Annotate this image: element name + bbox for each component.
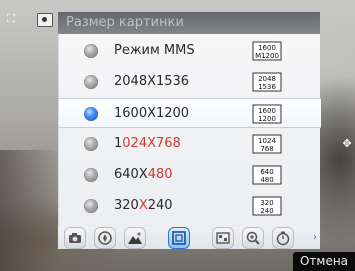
svg-text:768: 768 <box>260 145 273 153</box>
svg-text:1600: 1600 <box>258 44 276 52</box>
timer-button[interactable] <box>272 227 294 249</box>
radio-icon <box>84 75 98 89</box>
svg-text:240: 240 <box>260 207 273 215</box>
radio-selected-icon <box>84 107 98 121</box>
focus-icon <box>98 231 112 245</box>
fullscreen-icon[interactable]: ⛶ <box>4 12 18 26</box>
option-1600x1200[interactable]: 1600X1200 1600 1200 <box>59 98 321 128</box>
camera-mode-icon <box>69 233 81 243</box>
option-label: 640X480 <box>114 167 173 182</box>
scene-button[interactable] <box>124 227 146 249</box>
option-mms[interactable]: Режим MMS 1600 M1200 <box>59 36 321 66</box>
zoom-icon <box>246 231 260 245</box>
option-label: 320X240 <box>114 198 173 213</box>
zoom-button[interactable] <box>242 227 264 249</box>
quality-icon <box>216 232 230 244</box>
radio-icon <box>84 44 98 58</box>
scene-mountain-icon <box>128 232 142 244</box>
svg-text:1024: 1024 <box>258 137 276 145</box>
svg-text:2048: 2048 <box>258 75 276 83</box>
radio-icon <box>84 168 98 182</box>
option-label: 2048X1536 <box>114 74 190 89</box>
option-label: 1600X1200 <box>114 106 190 121</box>
resolution-badge-icon: 1600 1200 <box>252 104 282 124</box>
resolution-badge-icon: 1600 M1200 <box>252 41 282 61</box>
cancel-softkey[interactable]: Отмена <box>293 252 355 271</box>
svg-text:1600: 1600 <box>258 107 276 115</box>
camera-settings-toolbar: › <box>58 227 320 249</box>
radio-icon <box>84 199 98 213</box>
quality-button[interactable] <box>212 227 234 249</box>
timer-icon <box>276 231 290 246</box>
option-1024x768[interactable]: 1024X768 1024 768 <box>59 129 321 159</box>
resolution-badge-icon: 640 480 <box>252 165 282 185</box>
picture-size-panel: Размер картинки Режим MMS 1600 M1200 204… <box>58 12 321 249</box>
svg-text:480: 480 <box>260 176 273 184</box>
resolution-badge-icon: 320 240 <box>252 196 282 216</box>
focus-button[interactable] <box>94 227 116 249</box>
picture-size-icon <box>172 231 186 245</box>
option-2048x1536[interactable]: 2048X1536 2048 1536 <box>59 67 321 97</box>
picture-size-button[interactable] <box>168 227 190 249</box>
resolution-badge-icon: 2048 1536 <box>252 72 282 92</box>
svg-text:320: 320 <box>260 199 273 207</box>
move-cursor-icon: ✥ <box>342 137 352 150</box>
option-label: 1024X768 <box>114 136 181 151</box>
option-label: Режим MMS <box>114 43 195 58</box>
svg-text:640: 640 <box>260 168 273 176</box>
resolution-badge-icon: 1024 768 <box>252 134 282 154</box>
svg-text:1536: 1536 <box>258 83 276 91</box>
camera-mode-button[interactable] <box>64 227 86 249</box>
toolbar-more-arrow[interactable]: › <box>310 227 320 249</box>
viewfinder-shadow <box>0 150 60 271</box>
panel-title: Размер картинки <box>58 12 320 34</box>
radio-icon <box>84 137 98 151</box>
camera-icon <box>37 13 53 27</box>
svg-text:1200: 1200 <box>258 115 276 123</box>
svg-text:M1200: M1200 <box>255 52 279 60</box>
option-320x240[interactable]: 320X240 320 240 <box>59 191 321 221</box>
option-640x480[interactable]: 640X480 640 480 <box>59 160 321 190</box>
options-list: Режим MMS 1600 M1200 2048X1536 2048 1536… <box>58 34 321 227</box>
